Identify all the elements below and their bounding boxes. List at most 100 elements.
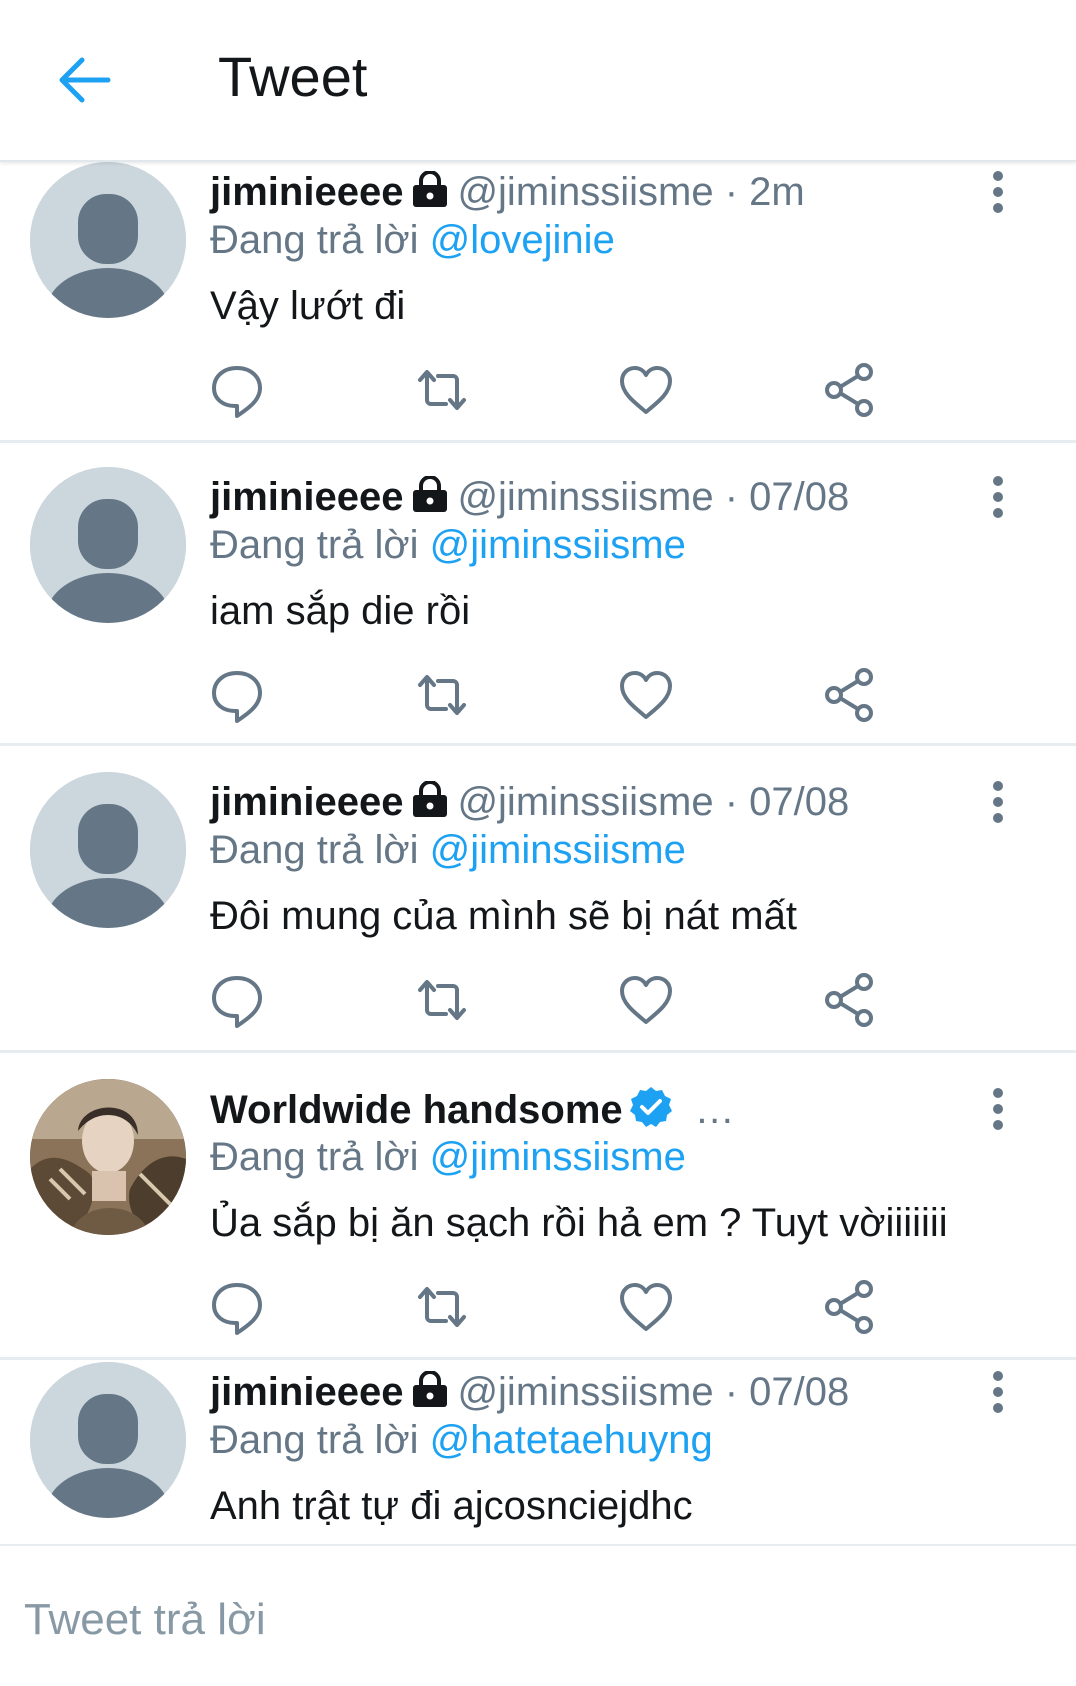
- timestamp: · 07/08: [713, 780, 850, 824]
- more-options-button[interactable]: [986, 780, 1010, 824]
- display-name[interactable]: jiminieeee: [210, 1370, 403, 1414]
- top-bar: Tweet: [0, 0, 1076, 162]
- share-icon: [825, 973, 873, 1027]
- handle[interactable]: @jiminssiisme: [457, 1370, 713, 1414]
- share-button[interactable]: [820, 970, 880, 1030]
- reply-mention-link[interactable]: @jiminssiisme: [430, 828, 686, 872]
- reply-mention-link[interactable]: @hatetaehuyng: [430, 1418, 713, 1462]
- avatar-default[interactable]: [30, 772, 186, 928]
- default-avatar-icon: [30, 1362, 186, 1518]
- like-icon: [620, 671, 672, 719]
- replying-prefix: Đang trả lời: [210, 218, 419, 262]
- like-icon: [620, 366, 672, 414]
- retweet-icon: [418, 1287, 466, 1327]
- avatar-default[interactable]: [30, 1362, 186, 1518]
- reply-mention-link[interactable]: @lovejinie: [430, 218, 615, 262]
- reply-input[interactable]: [24, 1590, 1044, 1650]
- share-button[interactable]: [820, 1277, 880, 1337]
- more-vertical-icon: [993, 476, 1003, 518]
- default-avatar-icon: [30, 467, 186, 623]
- lock-icon: [413, 781, 448, 817]
- replying-prefix: Đang trả lời: [210, 828, 419, 872]
- lock-icon: [413, 1371, 448, 1407]
- replying-to: Đang trả lời @jiminssiisme: [210, 1133, 686, 1181]
- retweet-button[interactable]: [412, 360, 472, 420]
- replying-prefix: Đang trả lời: [210, 523, 419, 567]
- avatar-default[interactable]: [30, 467, 186, 623]
- replying-to: Đang trả lời @hatetaehuyng: [210, 1416, 713, 1464]
- avatar-default[interactable]: [30, 162, 186, 318]
- more-vertical-icon: [993, 171, 1003, 213]
- reply-mention-link[interactable]: @jiminssiisme: [430, 1135, 686, 1179]
- retweet-button[interactable]: [412, 1277, 472, 1337]
- reply-icon: [212, 366, 262, 418]
- retweet-button[interactable]: [412, 665, 472, 725]
- tweet-header: jiminieeee @jiminssiisme · 2m: [210, 168, 805, 216]
- handle[interactable]: @jiminssiisme: [457, 475, 713, 519]
- tweet-text: Đôi mung của mình sẽ bị nát mất: [210, 894, 797, 938]
- share-icon: [825, 1280, 873, 1334]
- more-vertical-icon: [993, 1088, 1003, 1130]
- share-button[interactable]: [820, 360, 880, 420]
- tweet[interactable]: jiminieeee @jiminssiisme · 07/08 Đang trả…: [0, 1360, 1076, 1544]
- display-name[interactable]: jiminieeee: [210, 475, 403, 519]
- reply-composer: [0, 1544, 1076, 1686]
- back-button[interactable]: [54, 48, 118, 112]
- reply-icon: [212, 976, 262, 1028]
- tweet-header: jiminieeee @jiminssiisme · 07/08: [210, 473, 849, 521]
- tweet-text: Anh trật tự đi ajcosnciejdhc: [210, 1484, 693, 1528]
- lock-icon: [413, 476, 448, 512]
- like-button[interactable]: [616, 665, 676, 725]
- retweet-icon: [418, 370, 466, 410]
- like-icon: [620, 1283, 672, 1331]
- reply-mention-link[interactable]: @jiminssiisme: [430, 523, 686, 567]
- more-options-button[interactable]: [986, 475, 1010, 519]
- more-vertical-icon: [993, 1371, 1003, 1413]
- display-name[interactable]: jiminieeee: [210, 170, 403, 214]
- avatar-photo[interactable]: [30, 1079, 186, 1235]
- tweet-actions: [0, 1277, 1076, 1337]
- display-name[interactable]: Worldwide handsome: [210, 1088, 623, 1132]
- retweet-button[interactable]: [412, 970, 472, 1030]
- tweet[interactable]: jiminieeee @jiminssiisme · 07/08 Đang trả…: [0, 746, 1076, 1053]
- tweet[interactable]: jiminieeee @jiminssiisme · 2m Đang trả lờ…: [0, 160, 1076, 443]
- default-avatar-icon: [30, 772, 186, 928]
- tweet-header: jiminieeee @jiminssiisme · 07/08: [210, 778, 849, 826]
- timestamp: · 07/08: [713, 1370, 850, 1414]
- tweet-header: jiminieeee @jiminssiisme · 07/08: [210, 1368, 849, 1416]
- timestamp: · 2m: [713, 170, 805, 214]
- more-vertical-icon: [993, 781, 1003, 823]
- handle[interactable]: @jiminssiisme: [457, 170, 713, 214]
- like-button[interactable]: [616, 1277, 676, 1337]
- verified-badge-icon: [629, 1087, 672, 1127]
- tweet[interactable]: Worldwide handsome … Đang trả lời @jimins…: [0, 1053, 1076, 1360]
- replying-to: Đang trả lời @jiminssiisme: [210, 521, 686, 569]
- truncation-ellipsis: …: [694, 1088, 735, 1132]
- page-title: Tweet: [218, 45, 368, 108]
- reply-icon: [212, 671, 262, 723]
- tweet-text: Ủa sắp bị ăn sạch rồi hả em ? Tuyt vờiii…: [210, 1201, 948, 1245]
- timestamp: · 07/08: [713, 475, 850, 519]
- replying-prefix: Đang trả lời: [210, 1418, 419, 1462]
- tweet-actions: [0, 360, 1076, 420]
- reply-button[interactable]: [207, 360, 267, 420]
- more-options-button[interactable]: [986, 170, 1010, 214]
- reply-button[interactable]: [207, 665, 267, 725]
- tweet[interactable]: jiminieeee @jiminssiisme · 07/08 Đang trả…: [0, 443, 1076, 746]
- handle[interactable]: @jiminssiisme: [457, 780, 713, 824]
- replying-to: Đang trả lời @jiminssiisme: [210, 826, 686, 874]
- replying-prefix: Đang trả lời: [210, 1135, 419, 1179]
- like-button[interactable]: [616, 970, 676, 1030]
- like-button[interactable]: [616, 360, 676, 420]
- share-button[interactable]: [820, 665, 880, 725]
- tweet-text: iam sắp die rồi: [210, 589, 471, 633]
- more-options-button[interactable]: [986, 1087, 1010, 1131]
- like-icon: [620, 976, 672, 1024]
- default-avatar-icon: [30, 162, 186, 318]
- tweet-header: Worldwide handsome …: [210, 1085, 735, 1134]
- display-name[interactable]: jiminieeee: [210, 780, 403, 824]
- reply-button[interactable]: [207, 1277, 267, 1337]
- profile-photo-icon: [30, 1079, 186, 1235]
- reply-button[interactable]: [207, 970, 267, 1030]
- more-options-button[interactable]: [986, 1370, 1010, 1414]
